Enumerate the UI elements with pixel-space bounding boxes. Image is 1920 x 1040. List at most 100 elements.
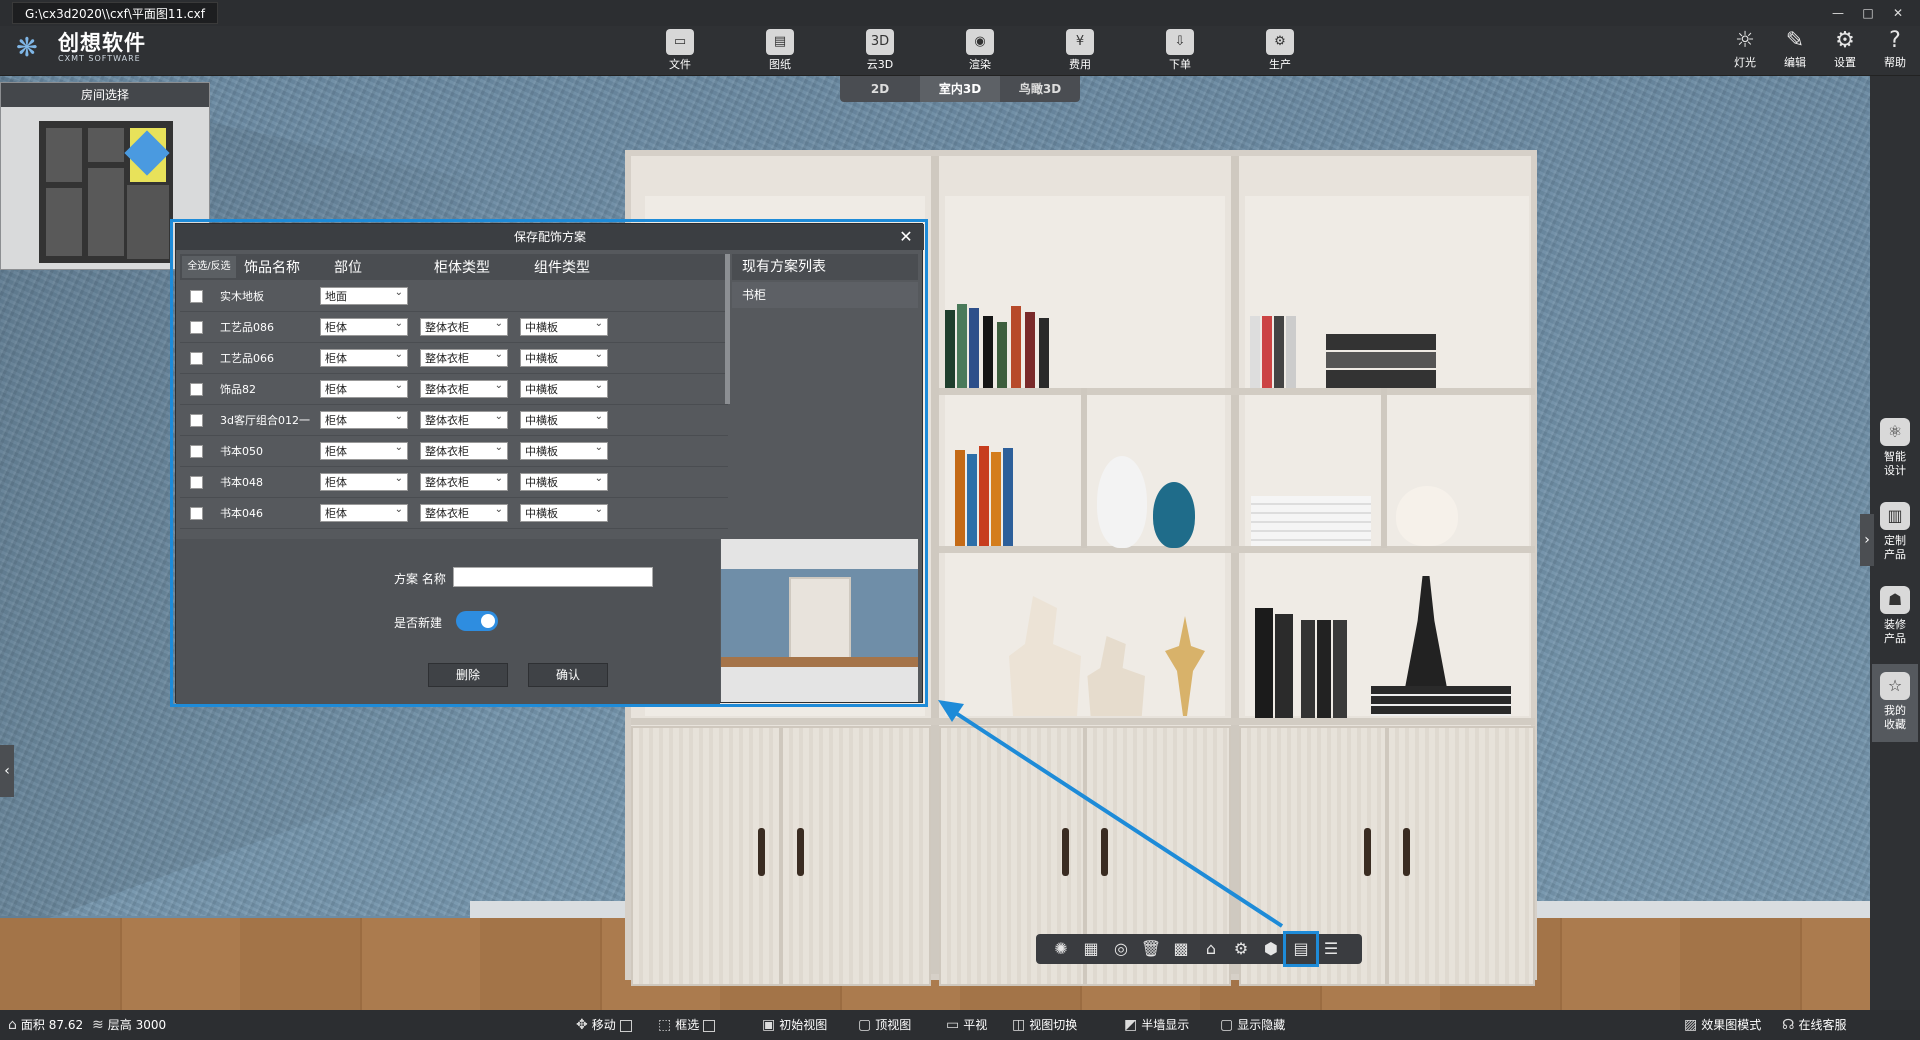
- toolbar-drawing-button[interactable]: ▤ 图纸: [750, 28, 810, 74]
- switch-view-button[interactable]: ◫ 视图切换: [1012, 1010, 1077, 1040]
- trash-icon[interactable]: 🗑: [1140, 938, 1162, 960]
- part-select[interactable]: 地面: [320, 284, 408, 305]
- plan-form: 方案 名称 是否新建 删除 确认: [176, 539, 720, 704]
- component-type-select[interactable]: 中横板: [520, 408, 608, 429]
- toolbar-file-button[interactable]: ▭ 文件: [650, 28, 710, 74]
- cabinet-type-select[interactable]: 整体衣柜: [420, 346, 508, 367]
- side-custom-product-button[interactable]: ▥ 定制 产品: [1872, 494, 1918, 572]
- component-type-select[interactable]: 中横板: [520, 501, 608, 522]
- bookcase-shelf: [939, 388, 1535, 395]
- toolbar-light-button[interactable]: ☼ 灯光: [1722, 28, 1768, 70]
- save-decor-icon[interactable]: ▤: [1283, 931, 1319, 967]
- online-service-button[interactable]: ☊ 在线客服: [1782, 1010, 1846, 1040]
- texture-icon[interactable]: ▩: [1170, 938, 1192, 960]
- floor-plan-minimap[interactable]: [39, 121, 173, 263]
- side-decoration-product-button[interactable]: ☗ 装修 产品: [1872, 578, 1918, 656]
- cabinet-type-select[interactable]: 整体衣柜: [420, 470, 508, 491]
- minimize-button[interactable]: —: [1824, 2, 1852, 24]
- flat-view-button[interactable]: ▭ 平视: [946, 1010, 987, 1040]
- part-select[interactable]: 柜体: [320, 315, 408, 336]
- side-smart-design-button[interactable]: ⚛ 智能 设计: [1872, 410, 1918, 488]
- row-checkbox[interactable]: [190, 382, 203, 396]
- part-select[interactable]: 柜体: [320, 346, 408, 367]
- component-type-select[interactable]: 中横板: [520, 315, 608, 336]
- tab-interior-3d[interactable]: 室内3D: [920, 76, 1000, 102]
- component-type-select[interactable]: 中横板: [520, 470, 608, 491]
- confirm-button[interactable]: 确认: [528, 663, 608, 687]
- plan-list-item[interactable]: 书柜: [732, 282, 918, 308]
- top-view-button[interactable]: ▢ 顶视图: [858, 1010, 911, 1040]
- maximize-button[interactable]: □: [1854, 2, 1882, 24]
- tab-2d[interactable]: 2D: [840, 76, 920, 102]
- row-checkbox[interactable]: [190, 320, 203, 334]
- book-group: [1251, 606, 1381, 718]
- toolbar-edit-label: 编辑: [1784, 56, 1806, 69]
- cabinet-door[interactable]: [1387, 726, 1535, 986]
- row-checkbox[interactable]: [190, 506, 203, 520]
- toolbar-production-button[interactable]: ⚙ 生产: [1250, 28, 1310, 74]
- top-view-label: 顶视图: [875, 1018, 912, 1032]
- cabinet-icon[interactable]: ⌂: [1200, 938, 1222, 960]
- part-select[interactable]: 柜体: [320, 377, 408, 398]
- component-type-select[interactable]: 中横板: [520, 346, 608, 367]
- table-row: 书本046 柜体 整体衣柜 中横板: [180, 498, 728, 529]
- cabinet-type-select[interactable]: 整体衣柜: [420, 501, 508, 522]
- tab-aerial-3d[interactable]: 鸟瞰3D: [1000, 76, 1080, 102]
- row-checkbox[interactable]: [190, 475, 203, 489]
- cabinet-door[interactable]: [631, 726, 781, 986]
- row-name: 3d客厅组合012一: [220, 414, 310, 427]
- cabinet-type-select[interactable]: 整体衣柜: [420, 408, 508, 429]
- table-scrollbar[interactable]: [725, 254, 730, 404]
- toolbar-edit-button[interactable]: ✎ 编辑: [1772, 28, 1818, 70]
- plan-name-input[interactable]: [453, 567, 653, 587]
- bookcase-divider: [1081, 388, 1087, 548]
- cube-icon[interactable]: ⬢: [1260, 938, 1282, 960]
- row-checkbox[interactable]: [190, 413, 203, 427]
- cabinet-type-select[interactable]: 整体衣柜: [420, 377, 508, 398]
- render-mode-button[interactable]: ▨ 效果图模式: [1684, 1010, 1761, 1040]
- part-select[interactable]: 柜体: [320, 501, 408, 522]
- grid-icon[interactable]: ▦: [1080, 938, 1102, 960]
- side-label: 产品: [1884, 548, 1906, 561]
- cabinet-type-select[interactable]: 整体衣柜: [420, 315, 508, 336]
- sun-icon[interactable]: ✺: [1050, 938, 1072, 960]
- frame-select-toggle[interactable]: ⬚ 框选: [658, 1010, 716, 1040]
- row-name: 饰品82: [220, 383, 256, 396]
- toolbar-cost-button[interactable]: ¥ 费用: [1050, 28, 1110, 74]
- show-hide-icon: ▢: [1220, 1017, 1234, 1033]
- move-label: 移动: [591, 1018, 616, 1032]
- row-checkbox[interactable]: [190, 351, 203, 365]
- row-checkbox[interactable]: [190, 444, 203, 458]
- part-select[interactable]: 柜体: [320, 439, 408, 460]
- select-all-toggle[interactable]: 全选/反选: [182, 256, 236, 278]
- toolbar-help-button[interactable]: ? 帮助: [1872, 28, 1918, 70]
- new-plan-toggle[interactable]: [456, 611, 498, 631]
- row-checkbox[interactable]: [190, 289, 203, 303]
- toolbar-drawing-label: 图纸: [769, 58, 791, 71]
- frame-select-checkbox[interactable]: [703, 1019, 716, 1032]
- show-hide-button[interactable]: ▢ 显示隐藏: [1220, 1010, 1285, 1040]
- toolbar-settings-button[interactable]: ⚙ 设置: [1822, 28, 1868, 70]
- half-wall-button[interactable]: ◩ 半墙显示: [1124, 1010, 1189, 1040]
- eye-icon[interactable]: ◎: [1110, 938, 1132, 960]
- list-icon[interactable]: ☰: [1320, 938, 1342, 960]
- gear-icon[interactable]: ⚙: [1230, 938, 1252, 960]
- toolbar-render-button[interactable]: ◉ 渲染: [950, 28, 1010, 74]
- move-checkbox[interactable]: [619, 1019, 632, 1032]
- close-window-button[interactable]: ✕: [1884, 2, 1912, 24]
- part-select[interactable]: 柜体: [320, 408, 408, 429]
- file-icon: ▭: [666, 29, 694, 55]
- left-collapse-toggle[interactable]: ‹: [0, 745, 14, 797]
- initial-view-button[interactable]: ▣ 初始视图: [762, 1010, 827, 1040]
- cabinet-type-select[interactable]: 整体衣柜: [420, 439, 508, 460]
- component-type-select[interactable]: 中横板: [520, 439, 608, 460]
- toolbar-cloud3d-button[interactable]: 3D 云3D: [850, 28, 910, 74]
- part-select[interactable]: 柜体: [320, 470, 408, 491]
- cabinet-door[interactable]: [781, 726, 931, 986]
- dialog-close-button[interactable]: ✕: [896, 224, 916, 250]
- delete-button[interactable]: 删除: [428, 663, 508, 687]
- move-toggle[interactable]: ✥ 移动: [576, 1010, 632, 1040]
- side-favorites-button[interactable]: ☆ 我的 收藏: [1872, 664, 1918, 742]
- toolbar-order-button[interactable]: ⇩ 下单: [1150, 28, 1210, 74]
- component-type-select[interactable]: 中横板: [520, 377, 608, 398]
